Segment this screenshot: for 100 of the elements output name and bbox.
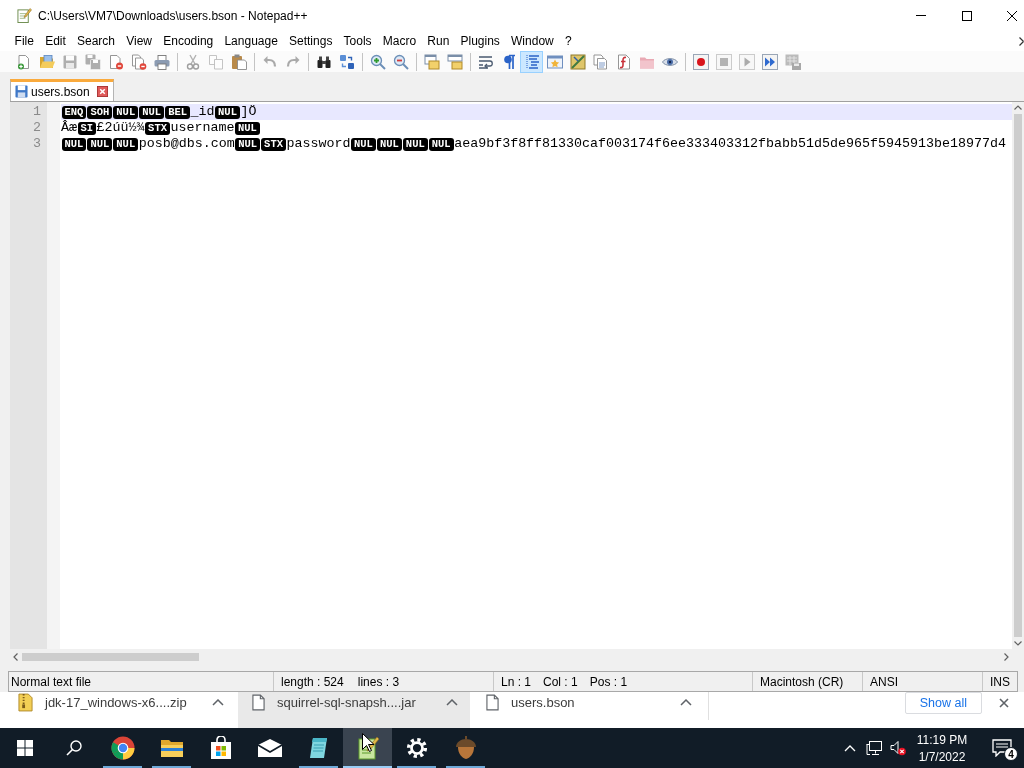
code-text: aea9bf3f8ff81330caf003174f6ee333403312fbabb51d5de965f5945913be18977d4 bbox=[454, 136, 1006, 152]
replace-icon[interactable] bbox=[338, 53, 355, 70]
line-number: 2 bbox=[32, 120, 42, 136]
clock-date: 1/7/2022 bbox=[918, 749, 966, 764]
code-text: ]Ö bbox=[240, 104, 257, 120]
control-character: NUL bbox=[113, 105, 139, 119]
menu-item[interactable]: Encoding bbox=[157, 32, 219, 50]
vertical-scrollbar[interactable] bbox=[1012, 102, 1024, 649]
record-icon[interactable] bbox=[692, 53, 709, 70]
menu-item[interactable]: Tools bbox=[337, 32, 378, 50]
network-icon[interactable] bbox=[866, 740, 882, 756]
close-icon[interactable] bbox=[96, 86, 108, 97]
folder-icon[interactable] bbox=[159, 738, 184, 758]
windows-logo-icon[interactable] bbox=[16, 740, 33, 756]
status-text: length : 524 bbox=[281, 674, 344, 689]
close-icon[interactable] bbox=[999, 698, 1009, 708]
code-text: Âæ bbox=[61, 120, 77, 136]
control-character: NUL bbox=[235, 137, 261, 151]
control-character: BEL bbox=[165, 105, 191, 119]
notification-count: 4 bbox=[1004, 747, 1018, 761]
status-text: Ln : 1 bbox=[501, 674, 532, 689]
download-item[interactable]: jdk-17_windows-x6....zip bbox=[4, 692, 236, 728]
show-all-button[interactable]: Show all bbox=[904, 692, 982, 714]
menu-item[interactable]: Window bbox=[505, 32, 560, 50]
paste-icon[interactable] bbox=[230, 53, 247, 70]
envelope-icon[interactable] bbox=[256, 738, 283, 758]
control-character: STX bbox=[261, 137, 286, 151]
shopping-bag-icon[interactable] bbox=[208, 736, 233, 760]
control-character: NUL bbox=[215, 105, 240, 119]
fast-forward-icon[interactable] bbox=[761, 53, 778, 70]
control-character: NUL bbox=[376, 137, 402, 151]
menu-item[interactable]: ? bbox=[559, 32, 578, 50]
notepad-pen-icon bbox=[17, 8, 32, 23]
new-file-icon[interactable] bbox=[15, 53, 32, 70]
download-item[interactable]: squirrel-sql-snapsh....jar bbox=[238, 692, 470, 728]
menu-item[interactable]: Macro bbox=[377, 32, 422, 50]
function-list-icon[interactable] bbox=[615, 53, 632, 70]
status-text: ANSI bbox=[870, 674, 898, 689]
close-files-icon[interactable] bbox=[130, 53, 147, 70]
control-character: NUL bbox=[351, 137, 376, 151]
window-title: C:\Users\VM7\Downloads\users.bson - Notepad++ bbox=[38, 8, 309, 23]
status-text: Macintosh (CR) bbox=[760, 674, 844, 689]
line-number: 3 bbox=[32, 136, 42, 152]
mouse-cursor-icon bbox=[362, 733, 374, 752]
menu-item[interactable]: Run bbox=[421, 32, 455, 50]
menu-item[interactable]: Search bbox=[71, 32, 121, 50]
control-character: SI bbox=[77, 121, 97, 135]
chevron-right-icon[interactable] bbox=[1004, 653, 1009, 661]
control-character: NUL bbox=[113, 137, 139, 151]
file-icon bbox=[252, 693, 265, 711]
close-icon[interactable] bbox=[1007, 10, 1017, 21]
open-folder-icon[interactable] bbox=[38, 53, 55, 70]
control-character: NUL bbox=[61, 137, 87, 151]
clock-time: 11:19 PM bbox=[916, 732, 968, 747]
file-tab[interactable]: users.bson bbox=[10, 79, 114, 101]
line-number: 1 bbox=[32, 104, 42, 120]
speaker-muted-icon[interactable] bbox=[890, 740, 906, 756]
menu-item[interactable]: View bbox=[120, 32, 158, 50]
menu-item[interactable]: Language bbox=[218, 32, 284, 50]
menu-item[interactable]: Settings bbox=[283, 32, 338, 50]
status-text: Col : 1 bbox=[543, 674, 578, 689]
zip-file-icon bbox=[18, 692, 33, 712]
control-character: ENQ bbox=[61, 105, 87, 119]
word-wrap-icon[interactable] bbox=[477, 53, 494, 70]
menu-item[interactable]: File bbox=[9, 32, 40, 50]
active-taskbar-button[interactable] bbox=[343, 728, 392, 768]
control-character: NUL bbox=[139, 105, 165, 119]
download-item[interactable]: users.bson bbox=[472, 692, 704, 728]
printer-icon[interactable] bbox=[153, 53, 170, 70]
sync-horizontal-icon[interactable] bbox=[446, 53, 463, 70]
chevron-right-icon[interactable] bbox=[1019, 36, 1024, 46]
menu-item[interactable]: Plugins bbox=[454, 32, 506, 50]
control-character: NUL bbox=[87, 137, 113, 151]
gear-icon[interactable] bbox=[405, 737, 428, 759]
map-icon[interactable] bbox=[569, 53, 586, 70]
acorn-icon[interactable] bbox=[453, 736, 478, 760]
zoom-out-icon[interactable] bbox=[392, 53, 409, 70]
control-character: NUL bbox=[235, 121, 260, 135]
browser-icon[interactable] bbox=[110, 736, 135, 760]
sync-vertical-icon[interactable] bbox=[423, 53, 440, 70]
search-icon[interactable] bbox=[65, 740, 82, 756]
documents-icon[interactable] bbox=[592, 53, 609, 70]
chevron-up-icon[interactable] bbox=[680, 698, 692, 706]
notification-icon[interactable] bbox=[992, 739, 1012, 757]
status-text: INS bbox=[990, 674, 1010, 689]
code-text: username bbox=[170, 120, 235, 136]
menu-item[interactable]: Edit bbox=[39, 32, 72, 50]
status-text: Pos : 1 bbox=[589, 674, 628, 689]
chevron-up-icon[interactable] bbox=[212, 698, 224, 706]
code-text: £2úü½¾ bbox=[96, 120, 145, 136]
chevron-down-icon[interactable] bbox=[1014, 641, 1022, 646]
control-character: SOH bbox=[87, 105, 113, 119]
control-character: NUL bbox=[428, 137, 454, 151]
chevron-left-icon[interactable] bbox=[13, 653, 18, 661]
maximize-icon[interactable] bbox=[962, 10, 972, 21]
control-character: STX bbox=[145, 121, 170, 135]
code-text: _id bbox=[190, 104, 215, 120]
close-file-icon[interactable] bbox=[107, 53, 124, 70]
code-text: posb@dbs.com bbox=[138, 136, 235, 152]
zoom-in-icon[interactable] bbox=[369, 53, 386, 70]
